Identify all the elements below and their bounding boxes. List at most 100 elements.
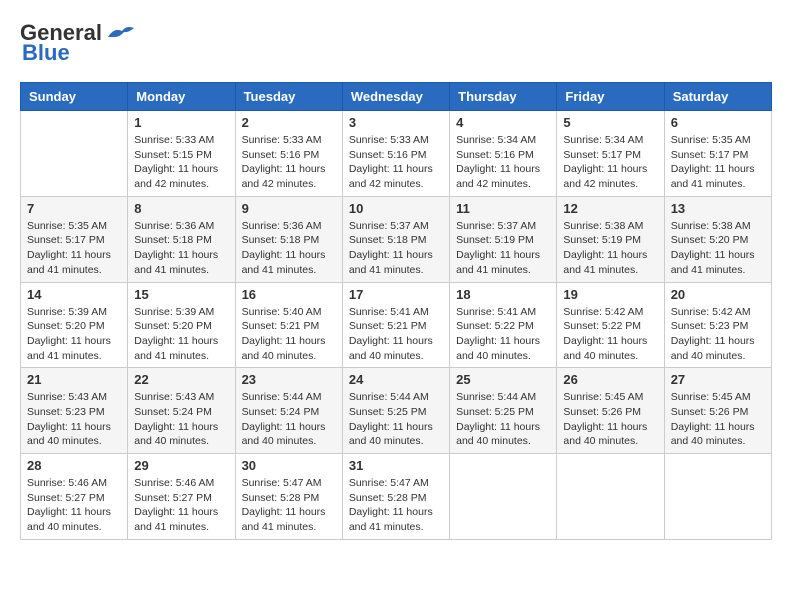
day-number: 21: [27, 372, 121, 387]
weekday-header-row: SundayMondayTuesdayWednesdayThursdayFrid…: [21, 83, 772, 111]
day-number: 22: [134, 372, 228, 387]
calendar-cell: 2Sunrise: 5:33 AM Sunset: 5:16 PM Daylig…: [235, 111, 342, 197]
day-info: Sunrise: 5:45 AM Sunset: 5:26 PM Dayligh…: [671, 390, 765, 449]
calendar-week-3: 14 Sunrise: 5:39 AM Sunset: 5:20 PM Dayli…: [21, 282, 772, 368]
calendar-cell: 19 Sunrise: 5:42 AM Sunset: 5:22 PM Dayli…: [557, 282, 664, 368]
day-info: Sunrise: 5:34 AM Sunset: 5:17 PM Dayligh…: [563, 133, 657, 192]
day-number: 2: [242, 115, 336, 130]
day-number: 7: [27, 201, 121, 216]
calendar-cell: 30Sunrise: 5:47 AM Sunset: 5:28 PM Dayli…: [235, 454, 342, 540]
day-number: 23: [242, 372, 336, 387]
calendar-cell: 31 Sunrise: 5:47 AM Sunset: 5:28 PM Dayli…: [342, 454, 449, 540]
day-info: Sunrise: 5:33 AM Sunset: 5:16 PM Dayligh…: [349, 133, 443, 192]
weekday-header-thursday: Thursday: [450, 83, 557, 111]
weekday-header-wednesday: Wednesday: [342, 83, 449, 111]
day-number: 11: [456, 201, 550, 216]
calendar-cell: 12 Sunrise: 5:38 AM Sunset: 5:19 PM Dayli…: [557, 196, 664, 282]
day-number: 12: [563, 201, 657, 216]
calendar-week-2: 7Sunrise: 5:35 AM Sunset: 5:17 PM Daylig…: [21, 196, 772, 282]
logo-blue-text: Blue: [22, 40, 70, 66]
calendar-cell: 18 Sunrise: 5:41 AM Sunset: 5:22 PM Dayli…: [450, 282, 557, 368]
weekday-header-saturday: Saturday: [664, 83, 771, 111]
day-info: Sunrise: 5:39 AM Sunset: 5:20 PM Dayligh…: [134, 305, 228, 364]
day-info: Sunrise: 5:34 AM Sunset: 5:16 PM Dayligh…: [456, 133, 550, 192]
day-info: Sunrise: 5:42 AM Sunset: 5:22 PM Dayligh…: [563, 305, 657, 364]
calendar-cell: 26 Sunrise: 5:45 AM Sunset: 5:26 PM Dayli…: [557, 368, 664, 454]
day-number: 15: [134, 287, 228, 302]
logo: General Blue: [20, 20, 136, 66]
weekday-header-tuesday: Tuesday: [235, 83, 342, 111]
calendar-cell: 8Sunrise: 5:36 AM Sunset: 5:18 PM Daylig…: [128, 196, 235, 282]
day-info: Sunrise: 5:33 AM Sunset: 5:15 PM Dayligh…: [134, 133, 228, 192]
calendar-cell: [450, 454, 557, 540]
calendar-cell: 7Sunrise: 5:35 AM Sunset: 5:17 PM Daylig…: [21, 196, 128, 282]
weekday-header-friday: Friday: [557, 83, 664, 111]
calendar-table: SundayMondayTuesdayWednesdayThursdayFrid…: [20, 82, 772, 540]
day-number: 19: [563, 287, 657, 302]
calendar-cell: 4Sunrise: 5:34 AM Sunset: 5:16 PM Daylig…: [450, 111, 557, 197]
day-info: Sunrise: 5:41 AM Sunset: 5:22 PM Dayligh…: [456, 305, 550, 364]
day-number: 17: [349, 287, 443, 302]
day-number: 6: [671, 115, 765, 130]
day-info: Sunrise: 5:42 AM Sunset: 5:23 PM Dayligh…: [671, 305, 765, 364]
calendar-cell: 3 Sunrise: 5:33 AM Sunset: 5:16 PM Daylig…: [342, 111, 449, 197]
day-number: 5: [563, 115, 657, 130]
calendar-cell: 13Sunrise: 5:38 AM Sunset: 5:20 PM Dayli…: [664, 196, 771, 282]
day-info: Sunrise: 5:43 AM Sunset: 5:24 PM Dayligh…: [134, 390, 228, 449]
weekday-header-monday: Monday: [128, 83, 235, 111]
day-number: 31: [349, 458, 443, 473]
calendar-week-5: 28Sunrise: 5:46 AM Sunset: 5:27 PM Dayli…: [21, 454, 772, 540]
day-number: 10: [349, 201, 443, 216]
day-info: Sunrise: 5:43 AM Sunset: 5:23 PM Dayligh…: [27, 390, 121, 449]
calendar-cell: 24 Sunrise: 5:44 AM Sunset: 5:25 PM Dayli…: [342, 368, 449, 454]
calendar-cell: 29Sunrise: 5:46 AM Sunset: 5:27 PM Dayli…: [128, 454, 235, 540]
day-info: Sunrise: 5:35 AM Sunset: 5:17 PM Dayligh…: [671, 133, 765, 192]
calendar-cell: [664, 454, 771, 540]
calendar-cell: 5 Sunrise: 5:34 AM Sunset: 5:17 PM Daylig…: [557, 111, 664, 197]
calendar-cell: 22 Sunrise: 5:43 AM Sunset: 5:24 PM Dayli…: [128, 368, 235, 454]
day-number: 26: [563, 372, 657, 387]
calendar-cell: 21 Sunrise: 5:43 AM Sunset: 5:23 PM Dayli…: [21, 368, 128, 454]
day-number: 3: [349, 115, 443, 130]
calendar-cell: 11 Sunrise: 5:37 AM Sunset: 5:19 PM Dayli…: [450, 196, 557, 282]
day-info: Sunrise: 5:47 AM Sunset: 5:28 PM Dayligh…: [242, 476, 336, 535]
day-info: Sunrise: 5:44 AM Sunset: 5:25 PM Dayligh…: [456, 390, 550, 449]
day-number: 9: [242, 201, 336, 216]
day-info: Sunrise: 5:38 AM Sunset: 5:20 PM Dayligh…: [671, 219, 765, 278]
calendar-cell: 28Sunrise: 5:46 AM Sunset: 5:27 PM Dayli…: [21, 454, 128, 540]
day-number: 16: [242, 287, 336, 302]
day-info: Sunrise: 5:39 AM Sunset: 5:20 PM Dayligh…: [27, 305, 121, 364]
calendar-cell: 25 Sunrise: 5:44 AM Sunset: 5:25 PM Dayli…: [450, 368, 557, 454]
calendar-cell: 9 Sunrise: 5:36 AM Sunset: 5:18 PM Daylig…: [235, 196, 342, 282]
day-info: Sunrise: 5:41 AM Sunset: 5:21 PM Dayligh…: [349, 305, 443, 364]
day-number: 29: [134, 458, 228, 473]
day-number: 28: [27, 458, 121, 473]
calendar-cell: 6 Sunrise: 5:35 AM Sunset: 5:17 PM Daylig…: [664, 111, 771, 197]
calendar-cell: 17 Sunrise: 5:41 AM Sunset: 5:21 PM Dayli…: [342, 282, 449, 368]
day-info: Sunrise: 5:37 AM Sunset: 5:18 PM Dayligh…: [349, 219, 443, 278]
day-info: Sunrise: 5:40 AM Sunset: 5:21 PM Dayligh…: [242, 305, 336, 364]
day-number: 18: [456, 287, 550, 302]
calendar-cell: 1 Sunrise: 5:33 AM Sunset: 5:15 PM Daylig…: [128, 111, 235, 197]
day-info: Sunrise: 5:44 AM Sunset: 5:25 PM Dayligh…: [349, 390, 443, 449]
calendar-cell: [557, 454, 664, 540]
logo-bird-icon: [106, 23, 136, 43]
day-info: Sunrise: 5:36 AM Sunset: 5:18 PM Dayligh…: [134, 219, 228, 278]
calendar-cell: 27 Sunrise: 5:45 AM Sunset: 5:26 PM Dayli…: [664, 368, 771, 454]
day-number: 20: [671, 287, 765, 302]
calendar-cell: 14 Sunrise: 5:39 AM Sunset: 5:20 PM Dayli…: [21, 282, 128, 368]
calendar-cell: [21, 111, 128, 197]
day-info: Sunrise: 5:45 AM Sunset: 5:26 PM Dayligh…: [563, 390, 657, 449]
day-info: Sunrise: 5:47 AM Sunset: 5:28 PM Dayligh…: [349, 476, 443, 535]
day-info: Sunrise: 5:36 AM Sunset: 5:18 PM Dayligh…: [242, 219, 336, 278]
day-info: Sunrise: 5:37 AM Sunset: 5:19 PM Dayligh…: [456, 219, 550, 278]
weekday-header-sunday: Sunday: [21, 83, 128, 111]
page-header: General Blue: [20, 20, 772, 66]
day-number: 1: [134, 115, 228, 130]
day-info: Sunrise: 5:38 AM Sunset: 5:19 PM Dayligh…: [563, 219, 657, 278]
day-number: 27: [671, 372, 765, 387]
day-number: 24: [349, 372, 443, 387]
day-number: 25: [456, 372, 550, 387]
day-number: 14: [27, 287, 121, 302]
calendar-week-4: 21 Sunrise: 5:43 AM Sunset: 5:23 PM Dayli…: [21, 368, 772, 454]
